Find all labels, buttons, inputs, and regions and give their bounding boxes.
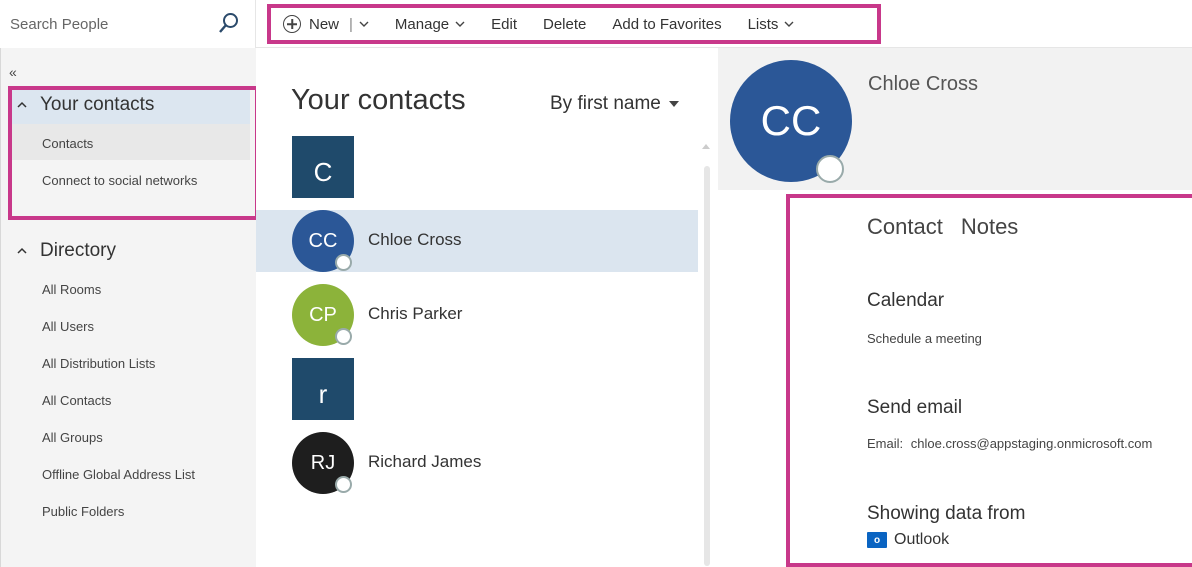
chevron-down-icon (784, 21, 794, 27)
new-label: New (309, 15, 340, 33)
nav-item-all-distribution-lists[interactable]: All Distribution Lists (42, 356, 155, 371)
presence-icon (816, 155, 844, 183)
chevron-down-icon[interactable] (359, 19, 369, 29)
list-title: Your contacts (291, 84, 466, 116)
delete-button[interactable]: Delete (543, 16, 586, 33)
nav-item-offline-gal[interactable]: Offline Global Address List (42, 467, 195, 482)
nav-item-all-rooms[interactable]: All Rooms (42, 282, 101, 297)
chevron-down-icon (455, 21, 465, 27)
manage-label: Manage (394, 15, 450, 33)
send-email-section-title: Send email (867, 397, 963, 418)
contact-row-chloe-cross[interactable]: CC Chloe Cross (256, 210, 698, 272)
search-input[interactable]: Search People (10, 16, 108, 33)
nav-item-public-folders[interactable]: Public Folders (42, 504, 124, 519)
letter-divider: C (292, 136, 354, 198)
add-to-favorites-button[interactable]: Add to Favorites (612, 16, 721, 33)
presence-icon (335, 476, 352, 493)
presence-icon (335, 328, 352, 345)
plus-circle-icon (283, 15, 301, 33)
email-link[interactable]: chloe.cross@appstaging.onmicrosoft.com (911, 436, 1153, 451)
lists-label: Lists (747, 15, 779, 33)
scroll-up-arrow[interactable] (702, 144, 710, 149)
chevron-up-icon (17, 247, 27, 254)
email-label: Email: (867, 436, 904, 451)
schedule-meeting-link[interactable]: Schedule a meeting (867, 331, 982, 346)
contact-row-richard-james[interactable]: RJ Richard James (256, 432, 698, 494)
nav-item-all-contacts[interactable]: All Contacts (42, 393, 111, 408)
sort-dropdown[interactable]: By first name (550, 93, 679, 115)
delete-label: Delete (543, 15, 587, 33)
detail-tabs: Contact Notes (867, 214, 1018, 240)
calendar-section-title: Calendar (867, 290, 945, 311)
caret-down-icon (668, 101, 679, 107)
nav-item-all-users[interactable]: All Users (42, 319, 94, 334)
contact-list-pane: Your contacts By first name C CC Chloe C… (256, 48, 718, 567)
data-source-name: Outlook (894, 531, 950, 548)
nav-item-all-groups[interactable]: All Groups (42, 430, 103, 445)
edit-label: Edit (491, 15, 517, 33)
presence-icon (335, 254, 352, 271)
manage-button[interactable]: Manage (395, 16, 465, 33)
separator: | (349, 15, 353, 33)
scrollbar[interactable] (704, 166, 710, 566)
letter-divider: r (292, 358, 354, 420)
search-icon[interactable] (218, 12, 240, 34)
nav-header-label: Directory (40, 240, 117, 261)
tab-contact[interactable]: Contact (867, 214, 943, 240)
sort-label: By first name (550, 93, 661, 114)
contact-row-chris-parker[interactable]: CP Chris Parker (256, 284, 698, 346)
contact-detail-pane: CC Chloe Cross (718, 48, 1192, 567)
outlook-icon: o (867, 532, 887, 548)
top-bar: Search People New | Manage Edit Delete A… (0, 0, 1192, 48)
command-bar: New | Manage Edit Delete Add to Favorite… (267, 4, 881, 44)
collapse-pane-icon[interactable]: « (9, 64, 17, 80)
data-source-row: o Outlook (867, 531, 949, 549)
contact-name: Richard James (368, 452, 482, 471)
data-source-title: Showing data from (867, 503, 1026, 524)
search-box[interactable]: Search People (0, 0, 256, 48)
edit-button[interactable]: Edit (491, 16, 517, 33)
your-contacts-highlight-box (8, 86, 259, 220)
tab-notes[interactable]: Notes (961, 214, 1018, 240)
favorites-label: Add to Favorites (612, 15, 722, 33)
email-line: Email: chloe.cross@appstaging.onmicrosof… (867, 436, 1152, 451)
new-button[interactable]: New | (283, 15, 369, 33)
contact-name-heading: Chloe Cross (868, 73, 979, 95)
nav-header-directory[interactable]: Directory (16, 240, 116, 262)
lists-button[interactable]: Lists (748, 16, 795, 33)
contact-name: Chris Parker (368, 304, 463, 323)
contact-name: Chloe Cross (368, 230, 462, 249)
